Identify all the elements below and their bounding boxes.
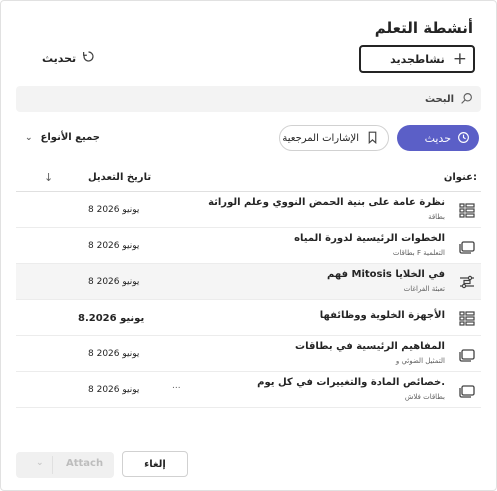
grid-icon bbox=[459, 202, 475, 218]
refresh-button[interactable]: تحديث bbox=[42, 50, 95, 66]
row-title: المفاهيم الرئيسية في بطاقات bbox=[295, 341, 445, 352]
search-icon bbox=[460, 90, 473, 109]
cancel-button[interactable]: إلغاء bbox=[122, 451, 188, 477]
plus-icon: + bbox=[452, 48, 467, 69]
flashcards-icon bbox=[459, 238, 475, 254]
column-header-title[interactable]: عنوان: bbox=[444, 172, 477, 183]
chevron-down-icon[interactable]: ⌄ bbox=[36, 458, 44, 468]
row-date: 8 يونيو 2026 bbox=[88, 241, 140, 251]
row-type: بطاقات فلاش bbox=[404, 393, 445, 401]
row-date: 8.2026 يونيو bbox=[78, 313, 145, 324]
cancel-label: إلغاء bbox=[144, 458, 166, 470]
type-filter-dropdown[interactable]: ⌄ جميع الأنواع bbox=[25, 132, 100, 143]
grid-icon bbox=[459, 310, 475, 326]
row-title: فهم Mitosis في الخلايا bbox=[327, 269, 445, 280]
row-title: الأجهزة الخلوية ووظائفها bbox=[319, 310, 445, 321]
refresh-icon bbox=[82, 50, 95, 66]
table-row[interactable]: نظرة عامة على بنية الحمض النووي وعلم الو… bbox=[16, 192, 481, 228]
row-date: 8 يونيو 2026 bbox=[88, 385, 140, 395]
table-row[interactable]: الأجهزة الخلوية ووظائفها 8.2026 يونيو bbox=[16, 300, 481, 336]
type-filter-label: جميع الأنواع bbox=[40, 132, 101, 143]
row-date: 8 يونيو 2026 bbox=[88, 349, 140, 359]
bookmarks-filter-pill[interactable]: الإشارات المرجعية bbox=[279, 125, 389, 151]
flashcards-icon bbox=[459, 382, 475, 398]
flashcards-icon bbox=[459, 346, 475, 362]
page-title: أنشطة التعلم bbox=[374, 19, 473, 37]
row-type: التمثيل الضوئي و bbox=[395, 357, 445, 365]
table-row[interactable]: الخطوات الرئيسية لدورة المياه بطاقات F ا… bbox=[16, 228, 481, 264]
recent-label: حديث bbox=[424, 131, 451, 145]
attach-label: Attach bbox=[66, 458, 104, 469]
row-date: 8 يونيو 2026 bbox=[88, 205, 140, 215]
row-title: الخطوات الرئيسية لدورة المياه bbox=[294, 233, 445, 244]
search-field[interactable]: البحث bbox=[16, 86, 481, 112]
recent-filter-pill[interactable]: حديث bbox=[397, 125, 479, 151]
sort-down-icon[interactable]: ↓ bbox=[44, 171, 53, 184]
table-row[interactable]: خصائص المادة والتغييرات في كل يوم. بطاقا… bbox=[16, 372, 481, 408]
more-options-icon[interactable]: ... bbox=[172, 381, 181, 391]
row-type: بطاقات F التعلمية bbox=[392, 249, 445, 257]
bookmark-icon bbox=[367, 129, 378, 148]
row-type: بطاقة bbox=[428, 213, 445, 221]
column-header-modified[interactable]: تاريخ التعديل bbox=[88, 172, 151, 183]
new-activity-label: نشاطجديد bbox=[390, 52, 445, 66]
row-date: 8 يونيو 2026 bbox=[88, 277, 140, 287]
table-row[interactable]: فهم Mitosis في الخلايا تعبئة الفراغات 8 … bbox=[16, 264, 481, 300]
row-title: نظرة عامة على بنية الحمض النووي وعلم الو… bbox=[208, 197, 445, 208]
row-type: تعبئة الفراغات bbox=[403, 285, 445, 293]
table-row[interactable]: المفاهيم الرئيسية في بطاقات التمثيل الضو… bbox=[16, 336, 481, 372]
clock-icon bbox=[457, 129, 470, 148]
split-divider bbox=[52, 456, 53, 474]
new-activity-button[interactable]: نشاطجديد + bbox=[359, 45, 475, 73]
search-input[interactable]: البحث bbox=[425, 94, 454, 105]
attach-button[interactable]: ⌄ Attach bbox=[16, 452, 114, 478]
row-title: خصائص المادة والتغييرات في كل يوم. bbox=[257, 377, 445, 388]
fill-blanks-icon bbox=[459, 274, 475, 290]
bookmarks-label: الإشارات المرجعية bbox=[282, 132, 359, 144]
chevron-down-icon: ⌄ bbox=[25, 132, 33, 143]
refresh-label: تحديث bbox=[42, 51, 77, 65]
